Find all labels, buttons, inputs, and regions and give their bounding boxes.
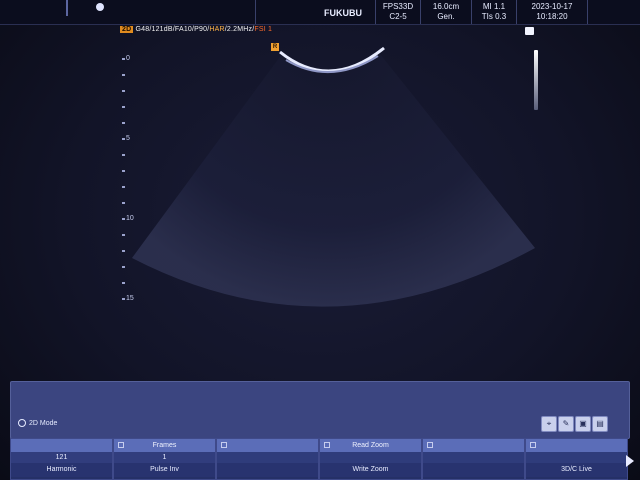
- softkey-header-label: Read Zoom: [352, 442, 389, 449]
- softkey-frames[interactable]: Frames 1 Pulse Inv: [113, 438, 216, 480]
- depth-tick: [122, 202, 125, 204]
- annotate-icon[interactable]: ✎: [558, 416, 574, 432]
- depth-tick: [122, 122, 125, 124]
- depth-label-15: 15: [126, 295, 134, 302]
- softkey-label: [423, 463, 524, 477]
- depth-tick: [122, 266, 125, 268]
- softkey-header: [423, 439, 524, 452]
- probe-orientation-marker: R: [271, 43, 279, 51]
- softkey-zoom[interactable]: Read Zoom Write Zoom: [319, 438, 422, 480]
- depth-tick: [122, 74, 125, 76]
- softkey-harmonic[interactable]: 121 Harmonic: [10, 438, 113, 480]
- gray-scale-marker: [525, 27, 534, 35]
- checkbox-icon: [324, 442, 330, 448]
- depth-tick: [122, 234, 125, 236]
- softkey-header: Read Zoom: [320, 439, 421, 452]
- softkey-header-label: Frames: [152, 442, 177, 449]
- depth-tick: [122, 106, 125, 108]
- softkey-3d-live[interactable]: 3D/C Live: [525, 438, 628, 480]
- depth-label-0: 0: [126, 55, 130, 62]
- checkbox-icon: [530, 442, 536, 448]
- ultrasound-image: [132, 46, 535, 307]
- softkey-value: 1: [114, 452, 215, 463]
- save-icon[interactable]: ▣: [575, 416, 591, 432]
- softkey-value: [526, 452, 627, 463]
- measure-icon[interactable]: ⌖: [541, 416, 557, 432]
- print-icon[interactable]: ▤: [592, 416, 608, 432]
- depth-tick: [122, 186, 125, 188]
- softkey-label: Harmonic: [11, 463, 112, 477]
- depth-tick: [122, 90, 125, 92]
- mode-label: 2D Mode: [29, 420, 58, 427]
- softkey-label: 3D/C Live: [526, 463, 627, 477]
- checkbox-icon: [118, 442, 124, 448]
- depth-tick: [122, 218, 125, 220]
- depth-tick: [122, 170, 125, 172]
- softkey-header: Frames: [114, 439, 215, 452]
- checkbox-icon: [427, 442, 433, 448]
- softkey-value: [423, 452, 524, 463]
- softkey-header: [217, 439, 318, 452]
- gray-scale-bar: [534, 50, 538, 110]
- softkey-label: [217, 463, 318, 477]
- softkey-value: [217, 452, 318, 463]
- depth-tick: [122, 282, 125, 284]
- softkey-value: [320, 452, 421, 463]
- tool-icons: ⌖ ✎ ▣ ▤: [541, 416, 611, 432]
- softkey-value: 121: [11, 452, 112, 463]
- depth-tick: [122, 58, 125, 60]
- next-page-arrow-icon[interactable]: [626, 455, 634, 467]
- softkey-blank-2[interactable]: [422, 438, 525, 480]
- depth-tick: [122, 250, 125, 252]
- depth-tick: [122, 154, 125, 156]
- softkey-blank-1[interactable]: [216, 438, 319, 480]
- ultrasound-screen: FUKUBU FPS33D C2-5 16.0cm Gen. MI 1.1 TI…: [0, 0, 640, 480]
- softkey-label: Write Zoom: [320, 463, 421, 477]
- depth-tick: [122, 298, 125, 300]
- softkey-header: [11, 439, 112, 452]
- control-panel: [10, 381, 630, 439]
- depth-label-10: 10: [126, 215, 134, 222]
- softkey-label: Pulse Inv: [114, 463, 215, 477]
- scan-sector: [132, 54, 535, 307]
- depth-tick: [122, 138, 125, 140]
- depth-scale: 0 5 10 15: [112, 55, 142, 306]
- checkbox-icon: [221, 442, 227, 448]
- mode-circle-icon: [18, 419, 26, 427]
- softkey-header: [526, 439, 627, 452]
- depth-label-5: 5: [126, 135, 130, 142]
- softkey-row: 121 Harmonic Frames 1 Pulse Inv Read Zoo…: [10, 438, 630, 480]
